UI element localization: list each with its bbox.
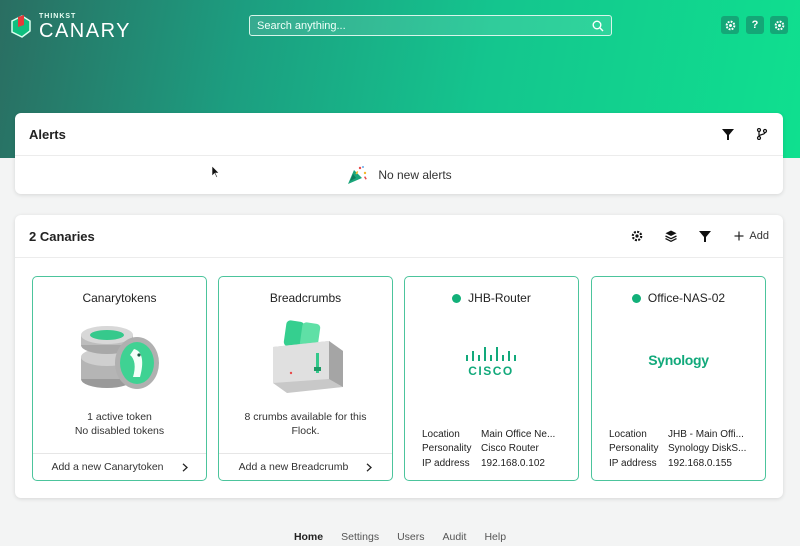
canaries-card: 2 Canaries Add Canarytokens 1 active tok… bbox=[15, 215, 783, 498]
add-breadcrumb-link[interactable]: Add a new Breadcrumb bbox=[219, 453, 392, 480]
synology-logo: Synology bbox=[592, 352, 765, 368]
canary-settings-button[interactable] bbox=[630, 229, 644, 243]
party-popper-icon bbox=[348, 165, 368, 184]
gear-icon bbox=[774, 20, 784, 30]
account-settings-button[interactable] bbox=[770, 16, 788, 34]
nav-users[interactable]: Users bbox=[397, 531, 424, 543]
synology-logo-text: Synology bbox=[648, 352, 709, 368]
settings-gear-button[interactable] bbox=[721, 16, 739, 34]
add-canary-button[interactable]: Add bbox=[734, 230, 769, 242]
search-input[interactable] bbox=[257, 19, 592, 32]
tile-title: Office-NAS-02 bbox=[647, 291, 726, 305]
breadcrumbs-tile[interactable]: Breadcrumbs 8 crumbs available for this … bbox=[218, 276, 393, 481]
filter-button[interactable] bbox=[721, 127, 735, 141]
mouse-cursor-icon bbox=[212, 166, 220, 178]
logo-main-text: CANARY bbox=[39, 20, 131, 42]
nav-home[interactable]: Home bbox=[294, 531, 323, 543]
tile-title: Breadcrumbs bbox=[269, 291, 342, 305]
canaries-title: 2 Canaries bbox=[29, 228, 95, 244]
nav-settings[interactable]: Settings bbox=[341, 531, 379, 543]
ip-address-value: 192.168.0.102 bbox=[481, 457, 545, 469]
location-value: JHB - Main Offi... bbox=[668, 428, 744, 440]
info-label: Personality bbox=[422, 443, 472, 455]
disabled-token-count: No disabled tokens bbox=[74, 425, 165, 437]
filter-icon bbox=[699, 230, 712, 242]
location-value: Main Office Ne... bbox=[481, 428, 556, 440]
cisco-logo: CISCO bbox=[405, 347, 578, 377]
cisco-logo-text: CISCO bbox=[468, 364, 514, 377]
canary-info: Location JHB - Main Offi... Personality Sy… bbox=[609, 427, 755, 471]
online-status-dot bbox=[452, 293, 462, 303]
alerts-title: Alerts bbox=[29, 126, 66, 142]
layers-icon bbox=[665, 230, 678, 242]
canary-tile-office-nas-02[interactable]: Office-NAS-02 Synology Location JHB - Mai… bbox=[591, 276, 766, 481]
branch-icon bbox=[756, 128, 768, 140]
add-canary-label: Add bbox=[749, 230, 769, 242]
personality-value: Cisco Router bbox=[481, 443, 539, 455]
personality-value: Synology DiskS... bbox=[668, 443, 747, 455]
alerts-card: Alerts No new alerts bbox=[15, 113, 783, 194]
help-button[interactable]: ? bbox=[746, 16, 764, 34]
chevron-right-icon bbox=[182, 462, 188, 472]
info-label: IP address bbox=[609, 457, 657, 469]
gear-icon bbox=[632, 230, 643, 242]
canary-logo-icon bbox=[10, 15, 32, 39]
chevron-right-icon bbox=[366, 462, 373, 472]
footer-nav: Home Settings Users Audit Help bbox=[0, 531, 800, 543]
tile-title: JHB-Router bbox=[468, 291, 531, 305]
nav-help[interactable]: Help bbox=[484, 531, 506, 543]
no-alerts-text: No new alerts bbox=[378, 167, 452, 182]
plus-icon bbox=[734, 231, 744, 241]
canarytoken-coins-icon bbox=[81, 326, 159, 389]
filter-icon bbox=[722, 128, 734, 140]
canarytokens-tile[interactable]: Canarytokens 1 active token No disabled … bbox=[32, 276, 207, 481]
search-icon[interactable] bbox=[592, 20, 604, 32]
add-breadcrumb-label: Add a new Breadcrumb bbox=[238, 461, 349, 473]
info-label: Location bbox=[609, 428, 647, 440]
tile-title: Canarytokens bbox=[82, 291, 157, 305]
add-canarytoken-label: Add a new Canarytoken bbox=[51, 461, 164, 473]
filter-button[interactable] bbox=[698, 229, 712, 243]
online-status-dot bbox=[631, 293, 641, 303]
nav-audit[interactable]: Audit bbox=[443, 531, 467, 543]
search-bar[interactable] bbox=[249, 15, 612, 36]
breadcrumb-toaster-icon bbox=[273, 320, 343, 393]
layers-button[interactable] bbox=[664, 229, 678, 243]
no-alerts-message: No new alerts bbox=[15, 156, 783, 193]
info-label: IP address bbox=[422, 457, 470, 469]
canary-logo[interactable]: THINKST CANARY bbox=[10, 13, 131, 41]
help-icon: ? bbox=[751, 19, 759, 31]
crumbs-available-text: 8 crumbs available for this bbox=[244, 411, 367, 423]
logo-top-text: THINKST bbox=[39, 13, 77, 20]
gear-icon bbox=[725, 20, 735, 30]
branch-button[interactable] bbox=[755, 127, 769, 141]
ip-address-value: 192.168.0.155 bbox=[668, 457, 732, 469]
active-token-count: 1 active token bbox=[87, 411, 152, 423]
canary-info: Location Main Office Ne... Personality Cis… bbox=[422, 427, 568, 471]
info-label: Location bbox=[422, 428, 460, 440]
canary-tile-jhb-router[interactable]: JHB-Router CISCO Location Main Office Ne… bbox=[404, 276, 579, 481]
crumbs-available-text-cont: Flock. bbox=[291, 425, 320, 437]
add-canarytoken-link[interactable]: Add a new Canarytoken bbox=[33, 453, 206, 480]
info-label: Personality bbox=[609, 443, 659, 455]
